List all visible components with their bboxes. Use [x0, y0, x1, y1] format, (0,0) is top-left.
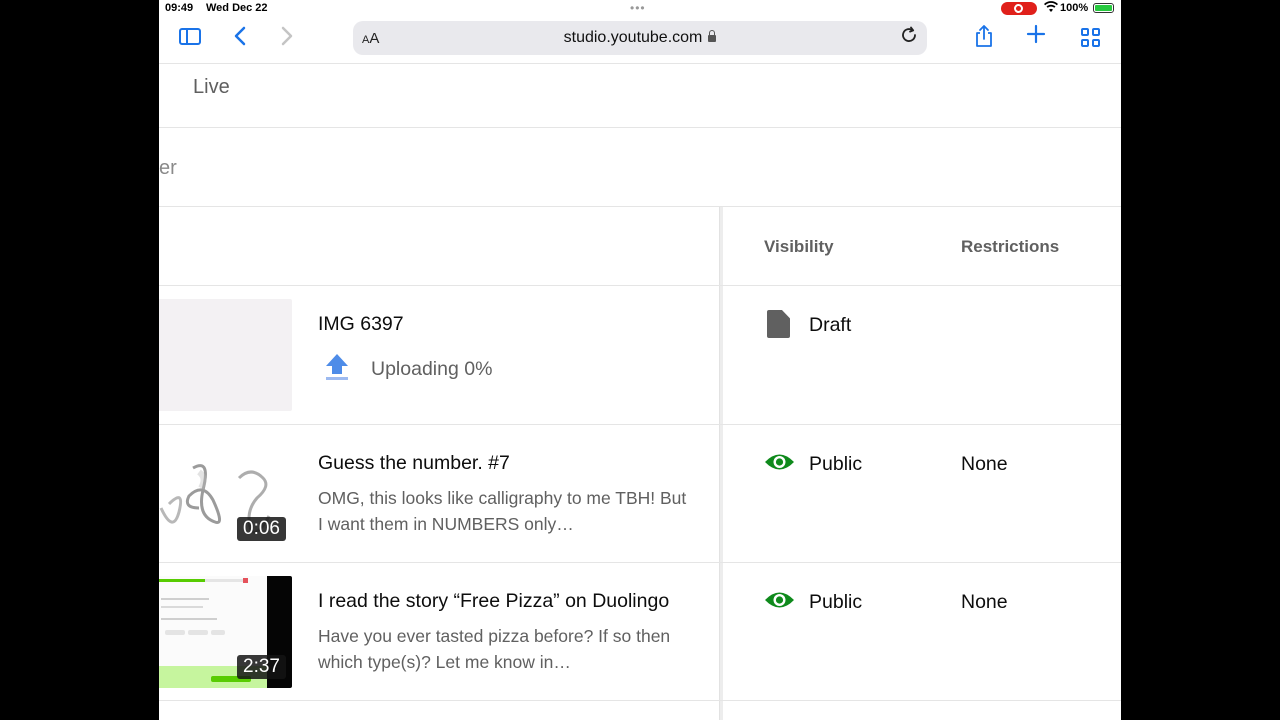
- tabs-divider: [159, 127, 1121, 128]
- column-header-restrictions[interactable]: Restrictions: [961, 237, 1059, 257]
- back-chevron-icon[interactable]: [233, 26, 247, 50]
- restrictions-value: None: [961, 591, 1008, 613]
- status-date: Wed Dec 22: [206, 2, 268, 14]
- table-row[interactable]: IMG 6397 Uploading 0% Draft: [159, 285, 1121, 423]
- browser-toolbar: AA studio.youtube.com: [159, 18, 1121, 63]
- tab-live[interactable]: Live: [193, 76, 230, 99]
- lock-icon: [708, 30, 717, 42]
- status-bar: 09:49 Wed Dec 22 ••• 100%: [159, 0, 1121, 18]
- video-duration: 0:06: [237, 517, 286, 541]
- status-time: 09:49: [165, 2, 194, 14]
- video-title[interactable]: I read the story “Free Pizza” on Duoling…: [318, 590, 669, 613]
- url-text: studio.youtube.com: [563, 29, 703, 46]
- table-row[interactable]: 2:37 I read the story “Free Pizza” on Du…: [159, 562, 1121, 700]
- screen-recording-icon[interactable]: [1001, 2, 1037, 15]
- new-tab-plus-icon[interactable]: [1026, 24, 1046, 46]
- video-thumbnail[interactable]: 2:37: [159, 576, 292, 688]
- filter-label-fragment[interactable]: er: [159, 157, 177, 180]
- table-header-row: Visibility Restrictions: [159, 207, 1121, 286]
- forward-chevron-icon[interactable]: [280, 26, 294, 50]
- video-title[interactable]: IMG 6397: [318, 313, 404, 336]
- ipad-screen: 09:49 Wed Dec 22 ••• 100% AA studio.yout…: [159, 0, 1121, 720]
- tab-overview-icon[interactable]: [1081, 28, 1101, 48]
- toolbar-divider: [159, 63, 1121, 64]
- upload-status-text: Uploading 0%: [371, 358, 493, 380]
- multitasking-dots-icon[interactable]: •••: [630, 1, 646, 15]
- table-row[interactable]: 0:06 Guess the number. #7 OMG, this look…: [159, 424, 1121, 562]
- address-bar[interactable]: AA studio.youtube.com: [353, 21, 927, 55]
- upload-arrow-icon: [326, 354, 348, 382]
- visibility-label: Draft: [809, 314, 852, 336]
- video-description: Have you ever tasted pizza before? If so…: [318, 626, 671, 672]
- draft-document-icon: [767, 310, 790, 338]
- restrictions-value: None: [961, 453, 1008, 475]
- video-thumbnail-placeholder[interactable]: [159, 299, 292, 411]
- visibility-label: Public: [809, 453, 863, 475]
- eye-icon: [765, 454, 794, 470]
- video-title[interactable]: Guess the number. #7: [318, 452, 510, 475]
- share-icon[interactable]: [974, 24, 994, 48]
- column-header-visibility[interactable]: Visibility: [764, 237, 834, 257]
- battery-icon: [1093, 3, 1114, 13]
- wifi-icon: [1044, 1, 1058, 16]
- url-container: studio.youtube.com: [353, 29, 927, 47]
- eye-icon: [765, 592, 794, 608]
- video-thumbnail[interactable]: 0:06: [159, 438, 292, 550]
- visibility-label: Public: [809, 591, 863, 613]
- battery-percent: 100%: [1060, 2, 1089, 14]
- video-description: OMG, this looks like calligraphy to me T…: [318, 488, 687, 534]
- reload-icon[interactable]: [900, 26, 918, 50]
- video-duration: 2:37: [237, 655, 286, 679]
- row-divider: [159, 700, 1121, 701]
- sidebar-toggle-icon[interactable]: [179, 28, 201, 45]
